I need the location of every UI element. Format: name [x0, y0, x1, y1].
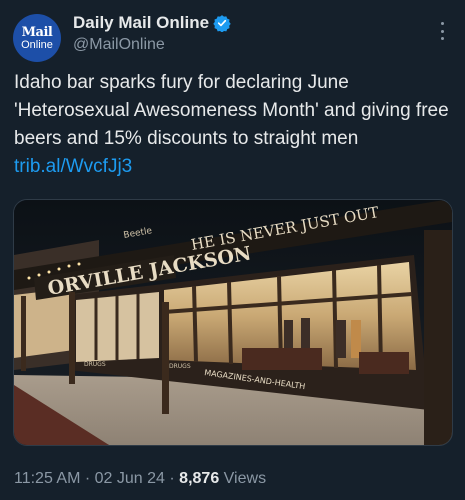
tweet-date[interactable]: 02 Jun 24 — [95, 470, 165, 487]
tweet-photo[interactable]: ORVILLE JACKSON HE IS NEVER JUST OUT Bee… — [13, 199, 453, 446]
author-handle[interactable]: @MailOnline — [73, 36, 165, 54]
avatar[interactable]: Mail Online — [13, 14, 61, 62]
tweet-text: Idaho bar sparks fury for declaring June… — [14, 69, 454, 181]
more-options-icon[interactable] — [436, 22, 448, 40]
author-name-row[interactable]: Daily Mail Online — [73, 13, 231, 33]
tweet-time[interactable]: 11:25 AM — [14, 470, 80, 487]
tweet-body: Idaho bar sparks fury for declaring June… — [14, 72, 449, 149]
avatar-text-online: Online — [21, 38, 53, 51]
separator-dot: · — [84, 470, 91, 487]
separator-dot: · — [169, 470, 175, 487]
verified-badge-icon — [213, 15, 231, 32]
views-label: Views — [223, 470, 267, 487]
sign-left-drugs: DRUGS — [84, 361, 106, 368]
views-count: 8,876 — [179, 470, 220, 487]
tweet-link[interactable]: trib.al/WvcfJj3 — [14, 156, 132, 177]
bar-storefront-image: ORVILLE JACKSON HE IS NEVER JUST OUT Bee… — [14, 200, 452, 445]
tweet-meta: 11:25 AM · 02 Jun 24 · 8,876 Views — [14, 470, 266, 488]
author-name[interactable]: Daily Mail Online — [73, 13, 209, 33]
avatar-text-mail: Mail — [21, 24, 53, 40]
sign-right-drugs: DRUGS — [169, 363, 191, 370]
